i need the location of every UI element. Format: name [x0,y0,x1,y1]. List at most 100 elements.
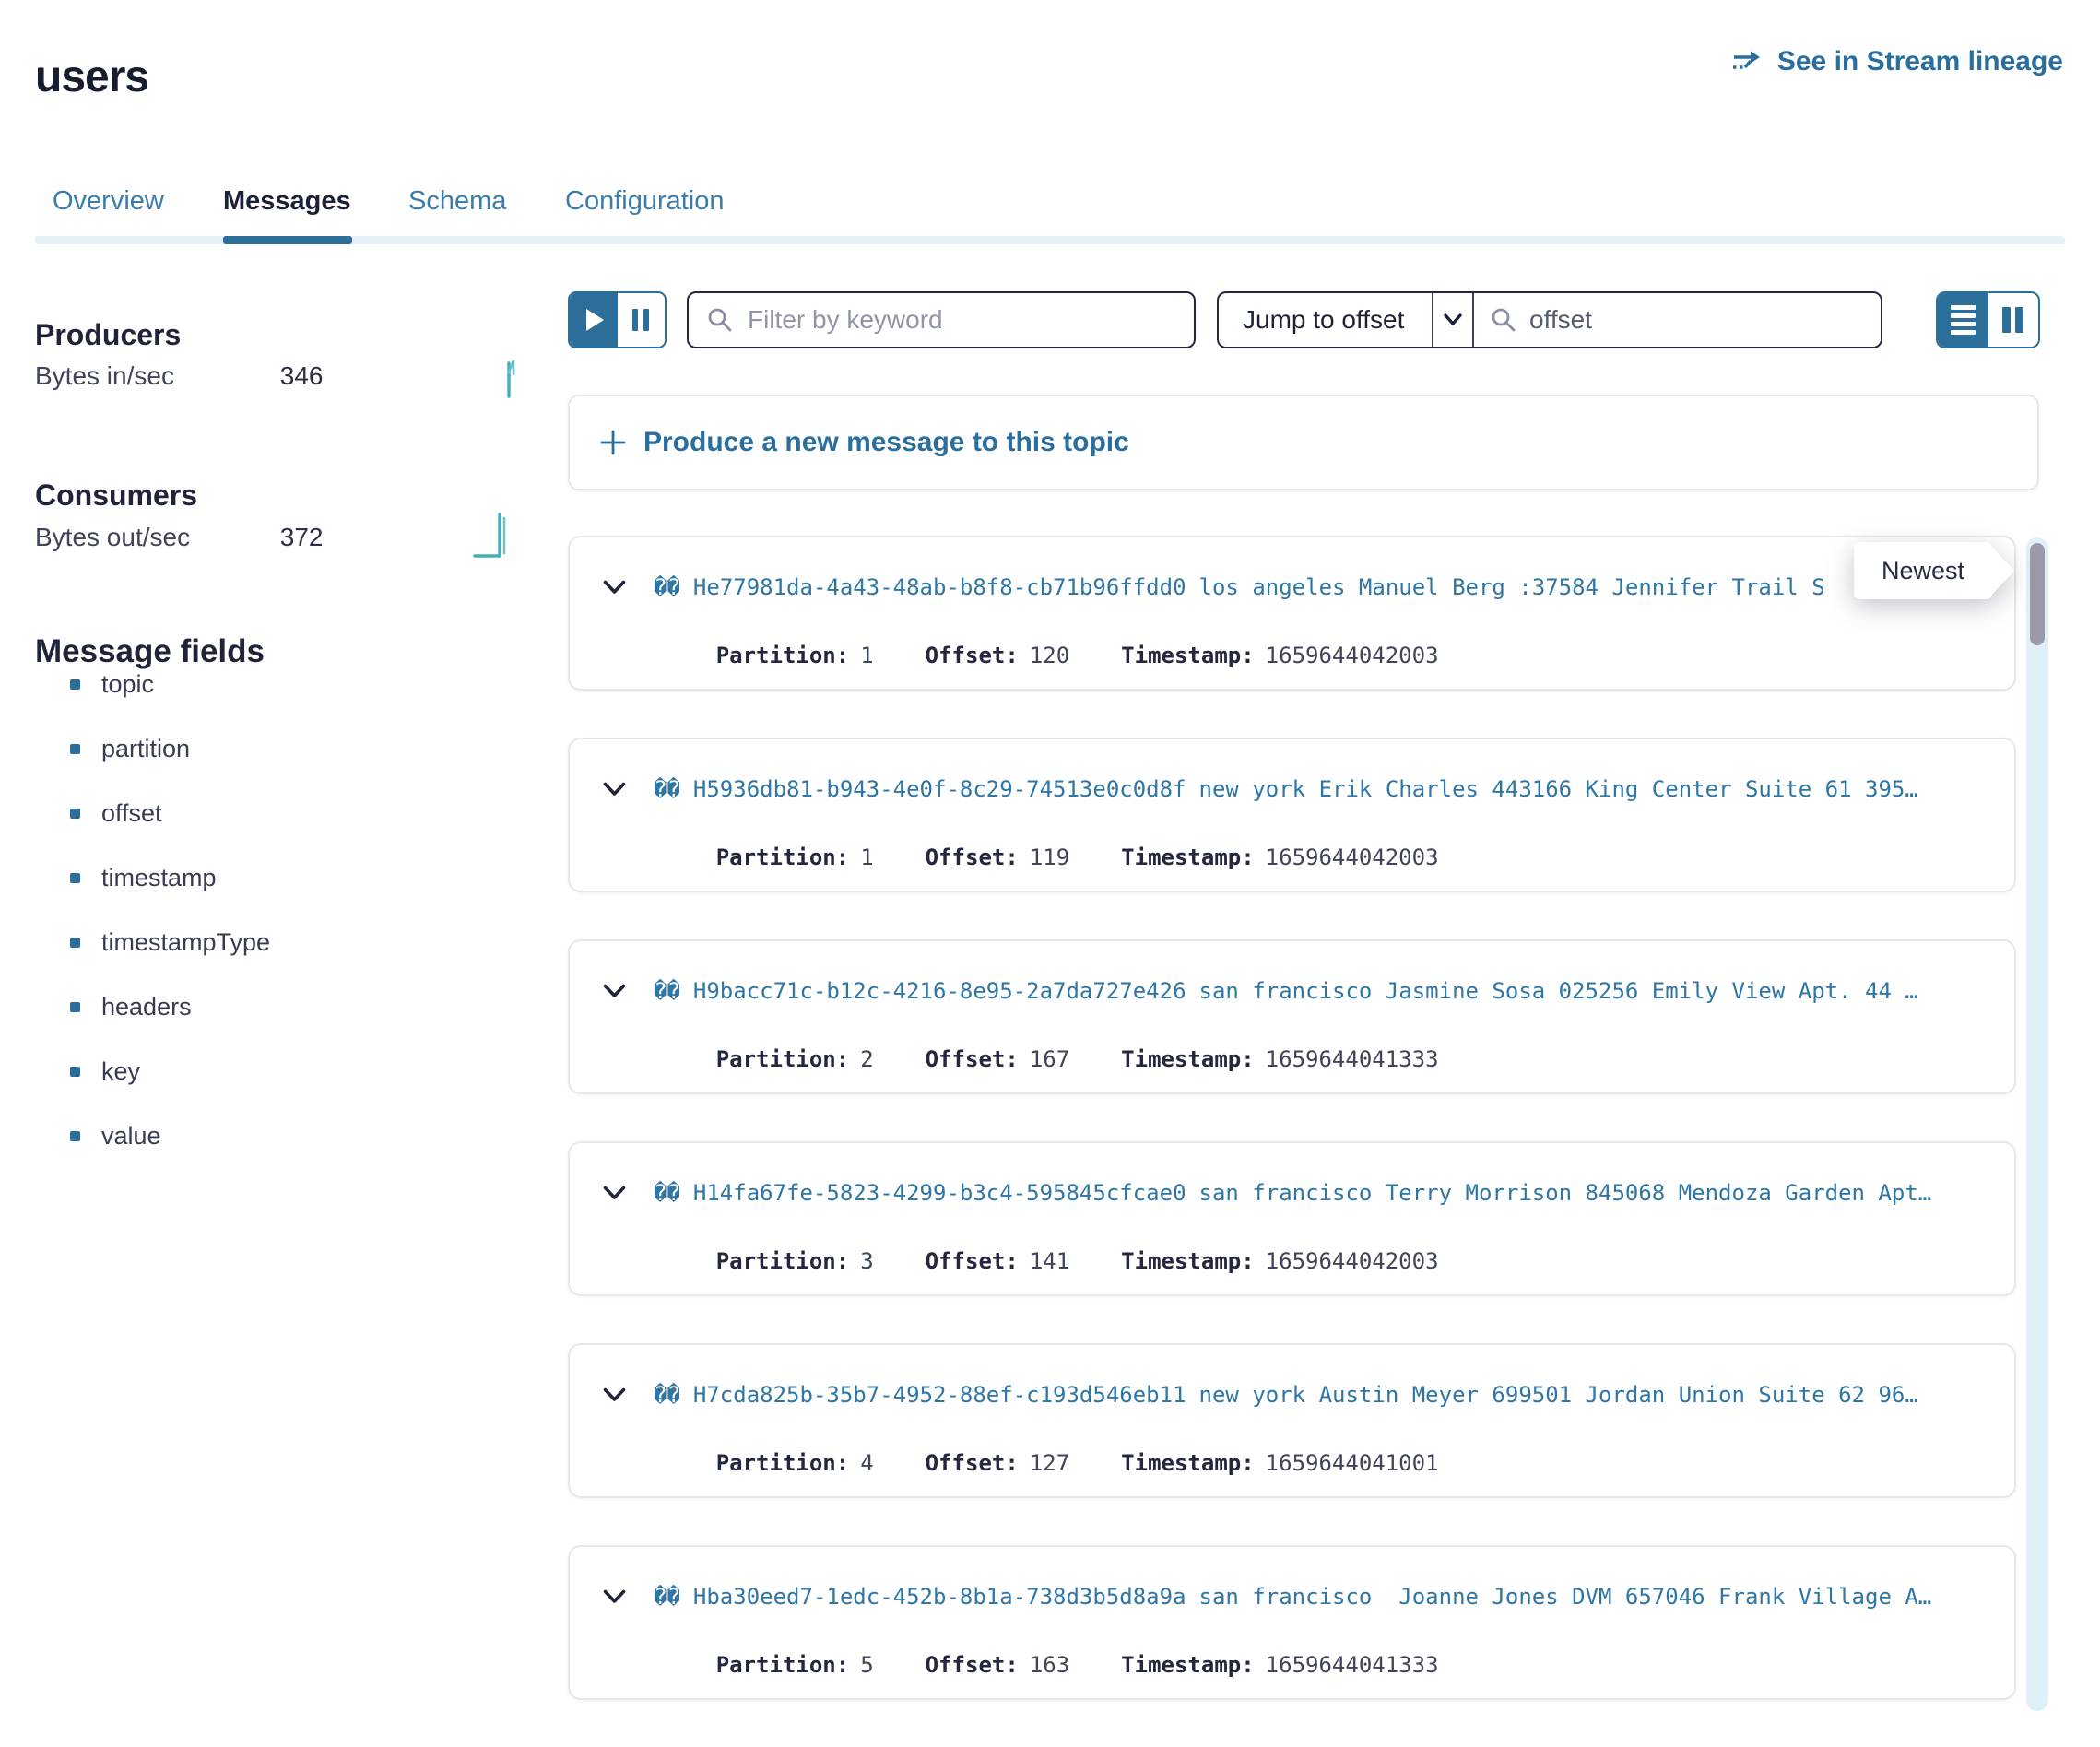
offset-input[interactable] [1528,304,1864,336]
chevron-down-icon[interactable] [603,782,626,797]
timestamp-label: Timestamp: [1121,643,1255,668]
message-header[interactable]: �� H7cda825b-35b7-4952-88ef-c193d546eb11… [570,1382,2014,1408]
offset-value: 163 [1030,1652,1069,1678]
keyword-filter-input[interactable] [746,304,1175,336]
chevron-down-icon[interactable] [603,1387,626,1402]
play-button[interactable] [570,293,618,347]
message-summary: new york Austin Meyer 699501 Jordan Unio… [1199,1382,1918,1408]
timestamp-label: Timestamp: [1121,1046,1255,1072]
scrollbar-track[interactable] [2026,537,2048,1711]
message-meta: Partition:3Offset:141Timestamp:165964404… [570,1222,2014,1296]
message-key: H7cda825b-35b7-4952-88ef-c193d546eb11 [693,1382,1186,1408]
partition-value: 5 [860,1652,873,1678]
message-field-label: topic [101,670,154,699]
message-summary: san francisco Jasmine Sosa 025256 Emily … [1199,978,1918,1004]
message-field-item[interactable]: value [35,1104,478,1168]
message-card: �� H5936db81-b943-4e0f-8c29-74513e0c0d8f… [568,738,2016,892]
tab-configuration[interactable]: Configuration [565,181,725,221]
live-consume-toggle [568,291,667,348]
bytes-in-label: Bytes in/sec [35,361,273,391]
bullet-square-icon [70,679,80,690]
offset-search [1474,293,1881,347]
bytes-out-label: Bytes out/sec [35,523,273,552]
message-field-item[interactable]: timestampType [35,910,478,974]
message-key: H9bacc71c-b12c-4216-8e95-2a7da727e426 [693,978,1186,1004]
message-field-item[interactable]: headers [35,974,478,1039]
list-view-button[interactable] [1938,293,1988,347]
message-meta: Partition:4Offset:127Timestamp:165964404… [570,1424,2014,1498]
message-key-line: �� H9bacc71c-b12c-4216-8e95-2a7da727e426… [654,978,1918,1004]
chevron-down-icon[interactable] [603,1589,626,1604]
message-field-label: timestampType [101,928,270,957]
message-field-label: headers [101,993,192,1021]
message-meta: Partition:2Offset:167Timestamp:165964404… [570,1021,2014,1094]
offset-label: Offset: [926,1450,1019,1476]
chevron-down-icon[interactable] [603,984,626,998]
key-glyph-prefix: �� [654,978,680,1004]
key-glyph-prefix: �� [654,1382,680,1408]
key-glyph-prefix: �� [654,1584,680,1610]
tab-messages[interactable]: Messages [223,181,351,221]
consumers-heading: Consumers [35,478,197,513]
timestamp-label: Timestamp: [1121,1248,1255,1274]
chevron-down-icon[interactable] [1432,293,1474,347]
column-view-icon [2002,307,2023,333]
message-key: He77981da-4a43-48ab-b8f8-cb71b96ffdd0 [693,574,1186,600]
message-meta: Partition:1Offset:119Timestamp:165964404… [570,819,2014,892]
partition-label: Partition: [716,1046,850,1072]
chevron-down-icon[interactable] [603,580,626,595]
offset-value: 141 [1030,1248,1069,1274]
partition-label: Partition: [716,1652,850,1678]
message-field-item[interactable]: partition [35,716,478,781]
page-title: users [35,52,148,102]
partition-value: 4 [860,1450,873,1476]
offset-label: Offset: [926,844,1019,870]
message-field-label: offset [101,799,162,828]
message-field-item[interactable]: key [35,1039,478,1104]
chevron-down-icon[interactable] [603,1186,626,1200]
column-view-button[interactable] [1988,293,2039,347]
bytes-in-sparkline [501,354,521,405]
message-key-line: �� H14fa67fe-5823-4299-b3c4-595845cfcae0… [654,1180,1931,1206]
timestamp-value: 1659644042003 [1266,643,1439,668]
message-field-item[interactable]: topic [35,652,478,716]
tab-schema[interactable]: Schema [408,181,506,221]
partition-value: 3 [860,1248,873,1274]
bullet-square-icon [70,873,80,883]
bullet-square-icon [70,809,80,819]
view-mode-toggle [1936,291,2040,348]
play-icon [586,309,604,331]
message-card: �� H9bacc71c-b12c-4216-8e95-2a7da727e426… [568,939,2016,1094]
tab-overview[interactable]: Overview [53,181,164,221]
producers-heading: Producers [35,318,181,352]
timestamp-value: 1659644042003 [1266,844,1439,870]
offset-value: 120 [1030,643,1069,668]
message-header[interactable]: �� H14fa67fe-5823-4299-b3c4-595845cfcae0… [570,1180,2014,1206]
timestamp-value: 1659644041333 [1266,1046,1439,1072]
scrollbar-thumb[interactable] [2030,543,2045,645]
message-header[interactable]: �� He77981da-4a43-48ab-b8f8-cb71b96ffdd0… [570,574,2014,600]
message-summary: new york Erik Charles 443166 King Center… [1199,776,1918,802]
plus-icon [599,429,627,456]
produce-message-button[interactable]: Produce a new message to this topic [568,395,2039,490]
message-field-item[interactable]: offset [35,781,478,845]
message-key: H14fa67fe-5823-4299-b3c4-595845cfcae0 [693,1180,1186,1206]
offset-value: 119 [1030,844,1069,870]
pause-button[interactable] [618,293,666,347]
bullet-square-icon [70,938,80,948]
jump-mode-select[interactable]: Jump to offset [1219,293,1432,347]
message-header[interactable]: �� Hba30eed7-1edc-452b-8b1a-738d3b5d8a9a… [570,1584,2014,1610]
message-field-item[interactable]: timestamp [35,845,478,910]
message-meta: Partition:5Offset:163Timestamp:165964404… [570,1626,2014,1700]
message-key: H5936db81-b943-4e0f-8c29-74513e0c0d8f [693,776,1186,802]
message-header[interactable]: �� H9bacc71c-b12c-4216-8e95-2a7da727e426… [570,978,2014,1004]
message-field-label: partition [101,735,190,763]
lineage-link-label: See in Stream lineage [1777,46,2063,77]
stream-lineage-link[interactable]: See in Stream lineage [1731,46,2063,77]
timestamp-value: 1659644041333 [1266,1652,1439,1678]
message-header[interactable]: �� H5936db81-b943-4e0f-8c29-74513e0c0d8f… [570,776,2014,802]
message-fields-list: topic partition offset timestamp timesta… [35,652,478,1168]
jump-to-offset-group: Jump to offset [1217,291,1882,348]
message-summary: los angeles Manuel Berg :37584 Jennifer … [1199,574,1825,600]
offset-value: 167 [1030,1046,1069,1072]
